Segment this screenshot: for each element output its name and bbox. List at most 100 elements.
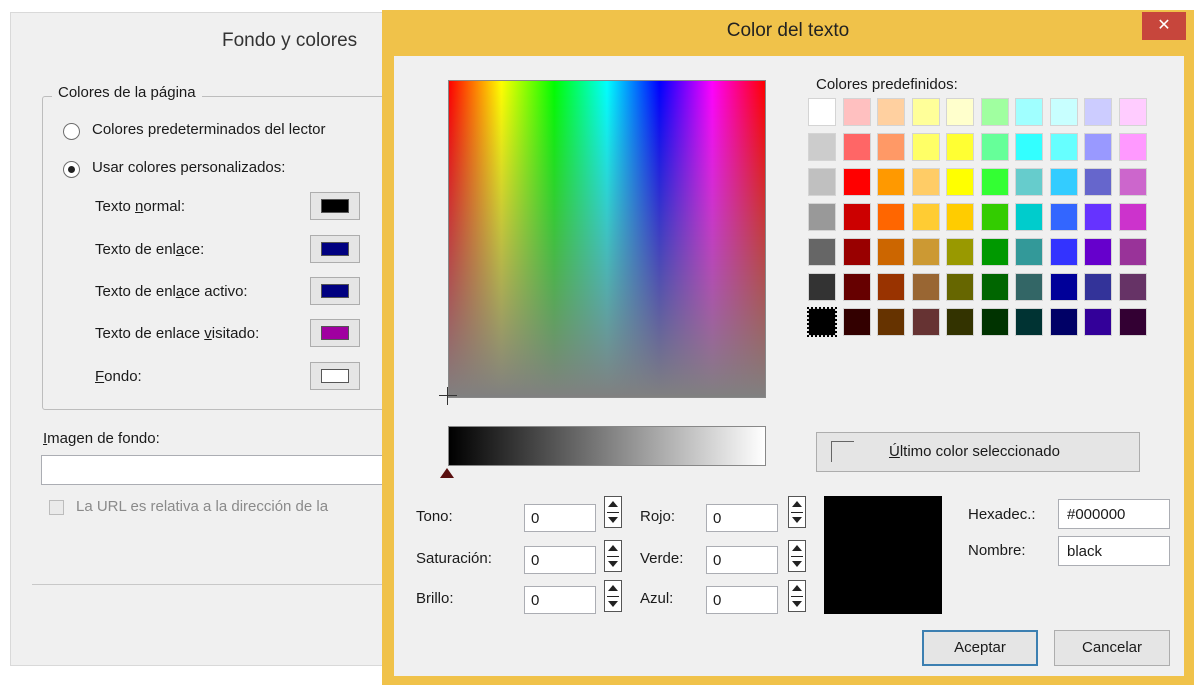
palette-cell[interactable] [1118, 168, 1147, 196]
palette-cell[interactable] [877, 308, 905, 336]
palette-cell[interactable] [1084, 238, 1112, 266]
palette-cell[interactable] [808, 203, 836, 231]
palette-cell[interactable] [1015, 168, 1043, 196]
default-colors-radio[interactable] [63, 123, 80, 140]
palette-cell[interactable] [1015, 273, 1043, 301]
palette-cell[interactable] [1084, 168, 1112, 196]
palette-cell[interactable] [842, 168, 871, 196]
palette-cell[interactable] [1084, 133, 1112, 161]
palette-cell[interactable] [1118, 238, 1147, 266]
palette-cell[interactable] [1049, 133, 1078, 161]
palette-cell[interactable] [1049, 238, 1078, 266]
color-swatch-button[interactable] [310, 192, 360, 220]
palette-cell[interactable] [1015, 238, 1043, 266]
palette-cell[interactable] [1084, 273, 1112, 301]
palette-cell[interactable] [1049, 168, 1078, 196]
palette-cell[interactable] [980, 238, 1009, 266]
palette-cell[interactable] [842, 203, 871, 231]
name-field[interactable]: black [1058, 536, 1170, 566]
crosshair-cursor-icon[interactable] [439, 387, 457, 405]
palette-cell[interactable] [980, 168, 1009, 196]
palette-cell[interactable] [1084, 98, 1112, 126]
palette-cell[interactable] [842, 133, 871, 161]
palette-cell[interactable] [1049, 308, 1078, 336]
palette-cell[interactable] [1015, 133, 1043, 161]
palette-cell[interactable] [1118, 133, 1147, 161]
palette-cell[interactable] [911, 238, 940, 266]
brightness-field[interactable]: 0 [524, 586, 596, 614]
palette-cell[interactable] [1015, 308, 1043, 336]
palette-cell[interactable] [911, 203, 940, 231]
palette-cell[interactable] [808, 238, 836, 266]
blue-spinner[interactable] [788, 580, 806, 612]
palette-cell[interactable] [1084, 308, 1112, 336]
palette-cell[interactable] [980, 203, 1009, 231]
palette-cell[interactable] [877, 133, 905, 161]
palette-cell[interactable] [808, 273, 836, 301]
palette-cell[interactable] [946, 133, 974, 161]
green-field[interactable]: 0 [706, 546, 778, 574]
palette-cell[interactable] [808, 168, 836, 196]
green-spinner[interactable] [788, 540, 806, 572]
palette-cell[interactable] [1118, 273, 1147, 301]
palette-cell[interactable] [1015, 98, 1043, 126]
background-image-input[interactable] [41, 455, 401, 485]
palette-cell[interactable] [1049, 98, 1078, 126]
color-swatch-button[interactable] [310, 235, 360, 263]
brightness-slider-arrow-icon[interactable] [440, 468, 454, 478]
palette-cell[interactable] [842, 273, 871, 301]
palette-cell[interactable] [877, 203, 905, 231]
red-field[interactable]: 0 [706, 504, 778, 532]
palette-cell[interactable] [877, 168, 905, 196]
palette-cell[interactable] [911, 168, 940, 196]
hue-spinner[interactable] [604, 496, 622, 528]
custom-colors-radio[interactable] [63, 161, 80, 178]
saturation-spinner[interactable] [604, 540, 622, 572]
palette-cell[interactable] [1118, 308, 1147, 336]
palette-cell[interactable] [1049, 273, 1078, 301]
palette-cell[interactable] [980, 308, 1009, 336]
color-swatch-button[interactable] [310, 319, 360, 347]
palette-cell[interactable] [1118, 98, 1147, 126]
palette-cell[interactable] [980, 133, 1009, 161]
palette-cell[interactable] [1015, 203, 1043, 231]
saturation-field[interactable]: 0 [524, 546, 596, 574]
close-button[interactable]: ✕ [1142, 12, 1186, 40]
palette-cell[interactable] [911, 308, 940, 336]
palette-cell[interactable] [946, 203, 974, 231]
palette-cell[interactable] [946, 98, 974, 126]
color-swatch-button[interactable] [310, 277, 360, 305]
last-color-button[interactable]: Último color seleccionado [816, 432, 1140, 472]
palette-cell[interactable] [842, 98, 871, 126]
palette-cell[interactable] [946, 168, 974, 196]
relative-url-checkbox[interactable] [49, 500, 64, 515]
palette-cell[interactable] [1049, 203, 1078, 231]
accept-button[interactable]: Aceptar [922, 630, 1038, 666]
palette-cell[interactable] [842, 308, 871, 336]
palette-cell[interactable] [911, 98, 940, 126]
palette-cell[interactable] [808, 133, 836, 161]
palette-cell[interactable] [946, 273, 974, 301]
palette-cell[interactable] [946, 308, 974, 336]
palette-cell[interactable] [946, 238, 974, 266]
hue-field[interactable]: 0 [524, 504, 596, 532]
palette-cell[interactable] [877, 98, 905, 126]
blue-field[interactable]: 0 [706, 586, 778, 614]
hue-saturation-picker[interactable] [448, 80, 766, 398]
brightness-slider[interactable] [448, 426, 766, 466]
palette-cell[interactable] [911, 133, 940, 161]
palette-cell[interactable] [842, 238, 871, 266]
palette-cell[interactable] [980, 273, 1009, 301]
palette-cell[interactable] [980, 98, 1009, 126]
palette-cell[interactable] [807, 307, 837, 337]
brightness-spinner[interactable] [604, 580, 622, 612]
palette-cell[interactable] [877, 273, 905, 301]
red-spinner[interactable] [788, 496, 806, 528]
palette-cell[interactable] [911, 273, 940, 301]
cancel-button[interactable]: Cancelar [1054, 630, 1170, 666]
color-swatch-button[interactable] [310, 362, 360, 390]
palette-cell[interactable] [1118, 203, 1147, 231]
hex-field[interactable]: #000000 [1058, 499, 1170, 529]
palette-cell[interactable] [1084, 203, 1112, 231]
palette-cell[interactable] [877, 238, 905, 266]
